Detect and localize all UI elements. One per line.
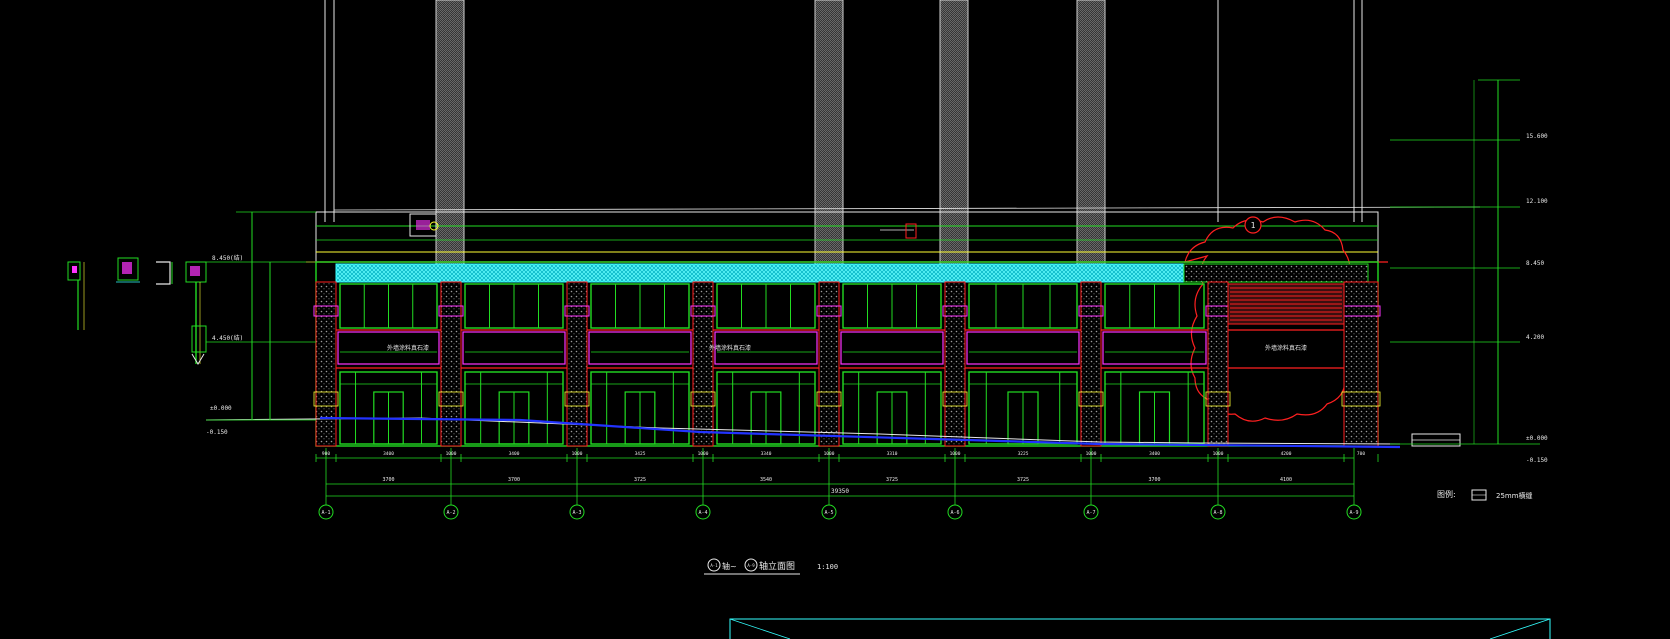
cad-drawing-canvas[interactable]: 1 外墙涂料真石漆 外墙涂料真石漆 外墙涂料真石漆 8.450(结) 4.450…: [0, 0, 1670, 639]
title-axis-from: A-1: [710, 563, 718, 568]
sub-dimension: 3400: [383, 451, 394, 457]
bay-dim-labels: 3700 3700 3725 3540 3725 3725 3700 4100: [382, 477, 1292, 483]
sub-dimension: 3340: [761, 451, 772, 457]
grade-line: [319, 416, 1401, 449]
sub-dimension: 3310: [887, 451, 898, 457]
axis-label: A-2: [446, 510, 455, 516]
facade-label: 外墙涂料真石漆: [709, 344, 751, 352]
drawing-title: A-1 轴~ A-9 轴立面图 1:100: [704, 558, 838, 575]
legend-label: 图例:: [1437, 489, 1456, 499]
bay-dimension: 3540: [760, 477, 772, 483]
bay-dimension: 3725: [634, 477, 646, 483]
signage-band: [966, 331, 1080, 365]
axis-label: A-9: [1349, 510, 1358, 516]
bay-dimension: 4100: [1280, 477, 1292, 483]
facade-label: 外墙涂料真石漆: [387, 344, 429, 352]
sub-dimension: 1000: [446, 451, 457, 457]
elevation-right-5: ±0.000: [1526, 435, 1548, 442]
facade-label-group: 外墙涂料真石漆 外墙涂料真石漆 外墙涂料真石漆: [387, 344, 1307, 352]
tower-3: [939, 0, 969, 269]
axis-label: A-4: [698, 510, 707, 516]
facade-label: 外墙涂料真石漆: [1265, 344, 1307, 352]
axis-lines: [325, 448, 1355, 505]
roof-reference-line: [333, 206, 1481, 211]
pier: [818, 281, 840, 447]
elevation-right-2: 12.100: [1526, 198, 1548, 205]
pier: [1207, 281, 1229, 447]
drawing-title-text: 轴立面图: [759, 560, 795, 572]
detail-section-1: [67, 261, 85, 330]
revision-mark: 1: [1251, 221, 1256, 230]
sub-dimension: 1000: [950, 451, 961, 457]
elevation-left-2: 4.450(结): [212, 334, 243, 342]
detail-section-3: [156, 261, 173, 285]
sub-dimension: 4200: [1281, 451, 1292, 457]
sub-dimension: 1000: [1213, 451, 1224, 457]
tower-4: [1076, 0, 1106, 269]
right-elevation-dims: 15.600 12.100 8.450 4.200 ±0.000 -0.150: [1390, 79, 1548, 464]
facade: 外墙涂料真石漆 外墙涂料真石漆 外墙涂料真石漆: [313, 261, 1381, 447]
signage-band: [462, 331, 566, 365]
drawing-scale: 1:100: [817, 563, 838, 571]
detail-section-4: [185, 261, 207, 365]
title-block-partial: [729, 618, 1551, 639]
sub-dim-labels: 900 3400 1000 3400 1000 3425 1000 3340 1000 3310 1…: [322, 451, 1365, 457]
sub-dimension: 1000: [572, 451, 583, 457]
axis-label: A-3: [572, 510, 581, 516]
axis-bubbles: A-1 A-2 A-3 A-4 A-5 A-6 A-7 A-8 A-9: [318, 504, 1362, 520]
bay-dimension: 3700: [382, 477, 394, 483]
axis-label: A-7: [1086, 510, 1095, 516]
canopy-right: [1183, 263, 1369, 283]
sub-dimension: 3400: [1149, 451, 1160, 457]
sub-dimension: 700: [1357, 451, 1365, 457]
title-axis-sep: 轴~: [722, 561, 737, 571]
pier: [1343, 281, 1379, 447]
elevation-right-4: 4.200: [1526, 334, 1544, 341]
tower-2: [814, 0, 844, 269]
bay-dimension: 3700: [1148, 477, 1160, 483]
elevation-left-4: -0.150: [206, 429, 228, 436]
detail-section-5: [409, 213, 439, 237]
elevation-right-3: 8.450: [1526, 260, 1544, 267]
pier: [440, 281, 462, 447]
axis-label: A-1: [321, 510, 330, 516]
signage-band: [840, 331, 944, 365]
detail-section-2: [116, 257, 140, 283]
bay-dimension: 3700: [508, 477, 520, 483]
section-details: [67, 213, 917, 365]
pier: [566, 281, 588, 447]
bay-dimension: 3725: [1017, 477, 1029, 483]
total-dimension: 39350: [831, 488, 849, 495]
bay-dimension: 3725: [886, 477, 898, 483]
sub-dimension: 3225: [1018, 451, 1029, 457]
elevation-left-3: ±0.000: [210, 405, 232, 412]
axis-label: A-5: [824, 510, 833, 516]
elevation-right-1: 15.600: [1526, 133, 1548, 140]
signage-band: [1102, 331, 1207, 365]
sub-dimension: 900: [322, 451, 330, 457]
sub-dimension: 1000: [1086, 451, 1097, 457]
elevation-left-1: 8.450(结): [212, 254, 243, 262]
sub-dimension: 3400: [509, 451, 520, 457]
sub-dimension: 1000: [824, 451, 835, 457]
axis-label: A-6: [950, 510, 959, 516]
pier: [315, 281, 337, 447]
legend: 图例: 25mm横缝: [1437, 489, 1533, 501]
signage-band: [588, 331, 692, 365]
left-elevation-dims: 8.450(结) 4.450(结) ±0.000 -0.150: [206, 211, 316, 436]
legend-text: 25mm横缝: [1496, 491, 1533, 500]
axis-label: A-8: [1213, 510, 1222, 516]
axis-grid: 3700 3700 3725 3540 3725 3725 3700 4100 900 3400…: [315, 448, 1379, 520]
pier: [1080, 281, 1102, 447]
tower-1: [435, 0, 465, 269]
sub-dimension: 1000: [698, 451, 709, 457]
sub-dimension: 3425: [635, 451, 646, 457]
canopy-band: [335, 263, 1185, 283]
towers-above: [324, 0, 1481, 269]
pier: [944, 281, 966, 447]
title-axis-to: A-9: [747, 563, 755, 568]
elevation-right-6: -0.150: [1526, 457, 1548, 464]
pier: [692, 281, 714, 447]
